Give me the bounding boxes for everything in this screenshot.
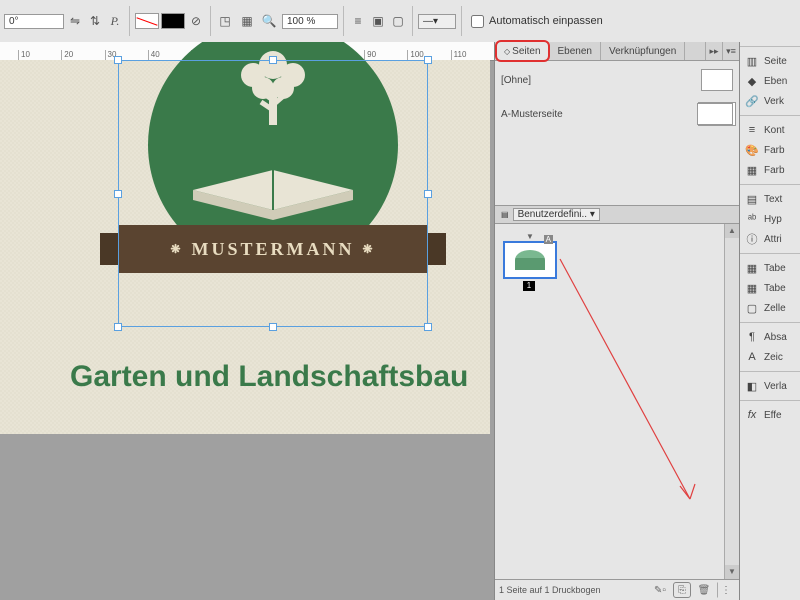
master-none[interactable]: [Ohne] [501, 69, 733, 91]
masters-list: [Ohne] A-Musterseite [495, 61, 739, 205]
panel-menu-icon[interactable]: ▾≡ [722, 42, 739, 60]
canvas[interactable]: 102030405060708090100110 [0, 42, 494, 600]
page-title-text[interactable]: Garten und Landschaftsbau [70, 360, 468, 394]
autofit-label: Automatisch einpassen [489, 15, 603, 27]
handle-e[interactable] [424, 190, 432, 198]
side-pages[interactable]: ▥Seite [740, 51, 800, 71]
side-colorfields[interactable]: 🎨Farb [740, 140, 800, 160]
fit-icon[interactable]: ▣ [369, 12, 387, 30]
tab-layers[interactable]: Ebenen [550, 42, 601, 60]
selection-box [118, 60, 428, 327]
side-table[interactable]: ▦Tabe [740, 258, 800, 278]
align-icon[interactable]: ≡ [349, 12, 367, 30]
handle-s[interactable] [269, 323, 277, 331]
side-colortint[interactable]: ▦Farb [740, 160, 800, 180]
panel-footer: 1 Seite auf 1 Druckbogen ✎▫ ⎘ 🗑 ⋮ [495, 579, 739, 600]
options-bar: 0° ⇋ ⇅ P. ⊘ ◳ ▦ 🔍 100 % ≡ ▣ ▢ —▾ Automat… [0, 0, 800, 43]
handle-ne[interactable] [424, 56, 432, 64]
side-effects[interactable]: fxEffe [740, 405, 800, 425]
page-thumb-1[interactable]: A [503, 241, 557, 279]
center-icon[interactable]: ▢ [389, 12, 407, 30]
side-contour[interactable]: ≡Kont [740, 120, 800, 140]
zoom-icon[interactable]: 🔍 [260, 12, 278, 30]
handle-w[interactable] [114, 190, 122, 198]
handle-nw[interactable] [114, 56, 122, 64]
flip-h-icon[interactable]: ⇋ [66, 12, 84, 30]
panel-tabs: ◇Seiten Ebenen Verknüpfungen ▸▸ ▾≡ [495, 42, 739, 61]
collapse-icon[interactable]: ▸▸ [705, 42, 722, 60]
tab-pages[interactable]: ◇Seiten [495, 40, 550, 62]
edit-page-icon[interactable]: ✎▫ [651, 582, 669, 598]
delete-page-icon[interactable]: 🗑 [695, 582, 713, 598]
pages-list: ▼ A 1 ▲▼ [495, 224, 739, 579]
corner-icon[interactable]: ◳ [216, 12, 234, 30]
side-links[interactable]: 🔗Verk [740, 91, 800, 111]
new-page-icon[interactable]: ⎘ [673, 582, 691, 598]
side-attributes[interactable]: ⓘAttri [740, 229, 800, 249]
master-a[interactable]: A-Musterseite [501, 103, 733, 125]
handle-se[interactable] [424, 323, 432, 331]
page-number: 1 [523, 281, 535, 291]
side-tablestyle[interactable]: ▦Tabe [740, 278, 800, 298]
page-size-dropdown[interactable]: Benutzerdefini.. ▾ [513, 208, 600, 221]
handle-n[interactable] [269, 56, 277, 64]
flip-v-icon[interactable]: ⇅ [86, 12, 104, 30]
pages-panel: ◇Seiten Ebenen Verknüpfungen ▸▸ ▾≡ [Ohne… [494, 42, 739, 600]
footer-menu-icon[interactable]: ⋮ [717, 582, 735, 598]
zoom-field[interactable]: 100 % [282, 14, 338, 29]
annotation-arrow [555, 254, 705, 514]
selected-object[interactable]: ❋ MUSTERMANN ❋ [118, 60, 428, 327]
side-text[interactable]: ▤Text [740, 189, 800, 209]
side-hyperlink[interactable]: ᵃᵇHyp [740, 209, 800, 229]
stroke-dd[interactable]: —▾ [418, 14, 456, 29]
collapsed-panels: ▥Seite ◆Eben 🔗Verk ≡Kont 🎨Farb ▦Farb ▤Te… [739, 42, 800, 600]
side-para[interactable]: ¶Absa [740, 327, 800, 347]
footer-status: 1 Seite auf 1 Druckbogen [499, 585, 601, 595]
side-char[interactable]: AZeic [740, 347, 800, 367]
tab-links[interactable]: Verknüpfungen [601, 42, 685, 60]
side-layers[interactable]: ◆Eben [740, 71, 800, 91]
document-page[interactable]: ❋ MUSTERMANN ❋ Garten und Landschaftsbau [0, 60, 490, 434]
scrollbar[interactable]: ▲▼ [724, 224, 739, 579]
side-gradient[interactable]: ◧Verla [740, 376, 800, 396]
pages-header: ▤ Benutzerdefini.. ▾ [495, 205, 739, 224]
autofit-checkbox[interactable] [471, 15, 484, 28]
side-cell[interactable]: ▢Zelle [740, 298, 800, 318]
snap-icon[interactable]: ▦ [238, 12, 256, 30]
rotation-field[interactable]: 0° [4, 14, 64, 29]
p-icon[interactable]: P. [106, 12, 124, 30]
no-fill-icon[interactable]: ⊘ [187, 12, 205, 30]
handle-sw[interactable] [114, 323, 122, 331]
